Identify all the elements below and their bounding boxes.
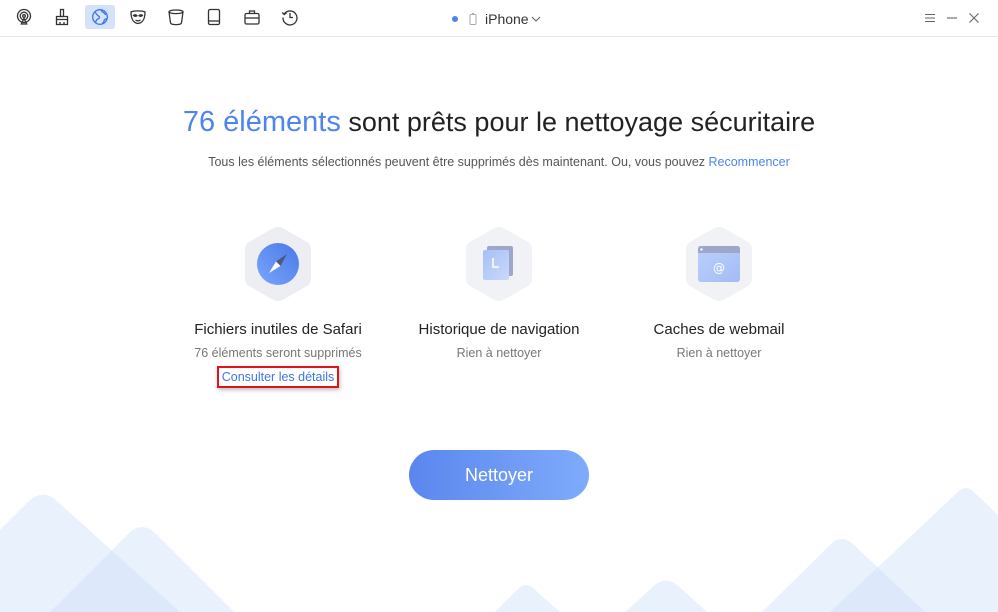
card-description: Rien à nettoyer bbox=[676, 346, 762, 360]
card-webmail-caches: @ Caches de webmail Rien à nettoyer bbox=[609, 225, 829, 360]
tablet-icon[interactable] bbox=[199, 5, 229, 29]
clean-button[interactable]: Nettoyer bbox=[409, 450, 589, 500]
chevron-down-icon bbox=[531, 16, 540, 22]
minimize-icon bbox=[947, 17, 957, 19]
device-selector[interactable]: iPhone bbox=[452, 9, 541, 29]
card-browsing-history: Historique de navigation Rien à nettoyer bbox=[389, 225, 609, 360]
compass-icon bbox=[257, 243, 299, 285]
svg-text:@: @ bbox=[713, 261, 725, 275]
card-title: Fichiers inutiles de Safari bbox=[194, 321, 362, 338]
connection-status-dot bbox=[452, 16, 458, 22]
menu-button[interactable] bbox=[922, 10, 938, 26]
brush-icon[interactable] bbox=[47, 5, 77, 29]
bucket-icon[interactable] bbox=[161, 5, 191, 29]
card-safari-junk: Fichiers inutiles de Safari 76 éléments … bbox=[168, 225, 388, 388]
close-icon bbox=[969, 13, 979, 23]
restart-link[interactable]: Recommencer bbox=[709, 155, 790, 169]
close-button[interactable] bbox=[966, 10, 982, 26]
hexagon-badge bbox=[243, 225, 313, 303]
webmail-icon: @ bbox=[698, 246, 740, 282]
items-count: 76 éléments bbox=[182, 106, 341, 138]
airplay-icon[interactable] bbox=[9, 5, 39, 29]
card-description: 76 éléments seront supprimés bbox=[194, 346, 362, 360]
device-name: iPhone bbox=[485, 11, 529, 27]
card-description: Rien à nettoyer bbox=[456, 346, 542, 360]
hexagon-badge: @ bbox=[684, 225, 754, 303]
headline-text: sont prêts pour le nettoyage sécuritaire bbox=[340, 107, 816, 137]
phone-icon bbox=[469, 12, 477, 25]
briefcase-icon[interactable] bbox=[237, 5, 267, 29]
subtitle-text: Tous les éléments sélectionnés peuvent ê… bbox=[208, 155, 709, 169]
view-details-link[interactable]: Consulter les détails bbox=[216, 366, 340, 388]
page-title: 76 éléments sont prêts pour le nettoyage… bbox=[0, 106, 998, 139]
top-toolbar: iPhone bbox=[0, 0, 998, 37]
card-title: Caches de webmail bbox=[653, 321, 785, 338]
subtitle: Tous les éléments sélectionnés peuvent ê… bbox=[0, 155, 998, 169]
minimize-button[interactable] bbox=[944, 10, 960, 26]
card-title: Historique de navigation bbox=[418, 321, 580, 338]
history-icon[interactable] bbox=[275, 5, 305, 29]
globe-icon[interactable] bbox=[85, 5, 115, 29]
history-pages-icon bbox=[483, 246, 513, 280]
mask-icon[interactable] bbox=[123, 5, 153, 29]
hamburger-icon bbox=[925, 13, 935, 23]
hexagon-badge bbox=[464, 225, 534, 303]
